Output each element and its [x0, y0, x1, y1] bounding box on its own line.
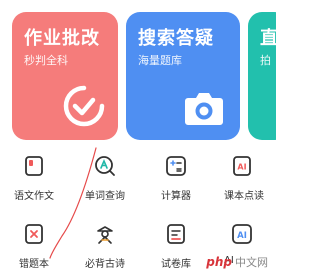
svg-text:AI: AI [237, 231, 247, 241]
calculator-icon [166, 156, 186, 176]
watermark: php 中文网 [206, 254, 268, 270]
homework-check-subtitle: 秒判全科 [24, 54, 68, 67]
ai-icon: AI [232, 224, 252, 244]
tool-word-lookup[interactable]: 单词查询 [73, 140, 137, 202]
tool-label: 课本点读 [224, 191, 264, 202]
poetry-figure-icon [97, 226, 113, 244]
homework-check-title: 作业批改 [24, 28, 100, 49]
tool-label: 错题本 [19, 259, 49, 270]
tool-calculator[interactable]: 计算器 [144, 140, 208, 202]
homework-check-card[interactable]: 作业批改 秒判全科 [12, 12, 118, 140]
tool-exam-library[interactable]: 试卷库 [144, 208, 208, 270]
search-qa-card[interactable]: 搜索答疑 海量题库 [126, 12, 240, 140]
tool-ancient-poetry[interactable]: 必背古诗 [73, 208, 137, 270]
camera-icon [185, 93, 223, 125]
live-card-title: 直 [260, 28, 276, 49]
svg-text:AI: AI [237, 163, 246, 172]
tool-label: 单词查询 [85, 191, 125, 202]
watermark-logo: php [206, 255, 232, 269]
check-circle-icon [63, 85, 105, 127]
error-book-icon [25, 224, 43, 244]
watermark-text: 中文网 [235, 256, 268, 269]
notebook-icon [25, 156, 43, 176]
feature-cards-area: 作业批改 秒判全科 搜索答疑 海量题库 直 拍 [0, 0, 276, 140]
search-qa-title: 搜索答疑 [138, 28, 214, 49]
tool-label: 计算器 [161, 191, 191, 202]
tool-chinese-essay[interactable]: 语文作文 [2, 140, 66, 202]
live-card-subtitle: 拍 [260, 54, 271, 67]
tool-label: 必背古诗 [85, 259, 125, 270]
live-card[interactable]: 直 拍 [248, 12, 276, 140]
word-search-icon [95, 156, 115, 176]
tool-label: 试卷库 [161, 259, 191, 270]
exam-paper-icon [167, 224, 185, 244]
ai-book-icon: AI [233, 156, 251, 176]
tool-error-book[interactable]: 错题本 [2, 208, 66, 270]
tool-label: 语文作文 [14, 191, 54, 202]
search-qa-subtitle: 海量题库 [138, 54, 182, 67]
tool-textbook-reading[interactable]: AI 课本点读 [218, 140, 282, 202]
